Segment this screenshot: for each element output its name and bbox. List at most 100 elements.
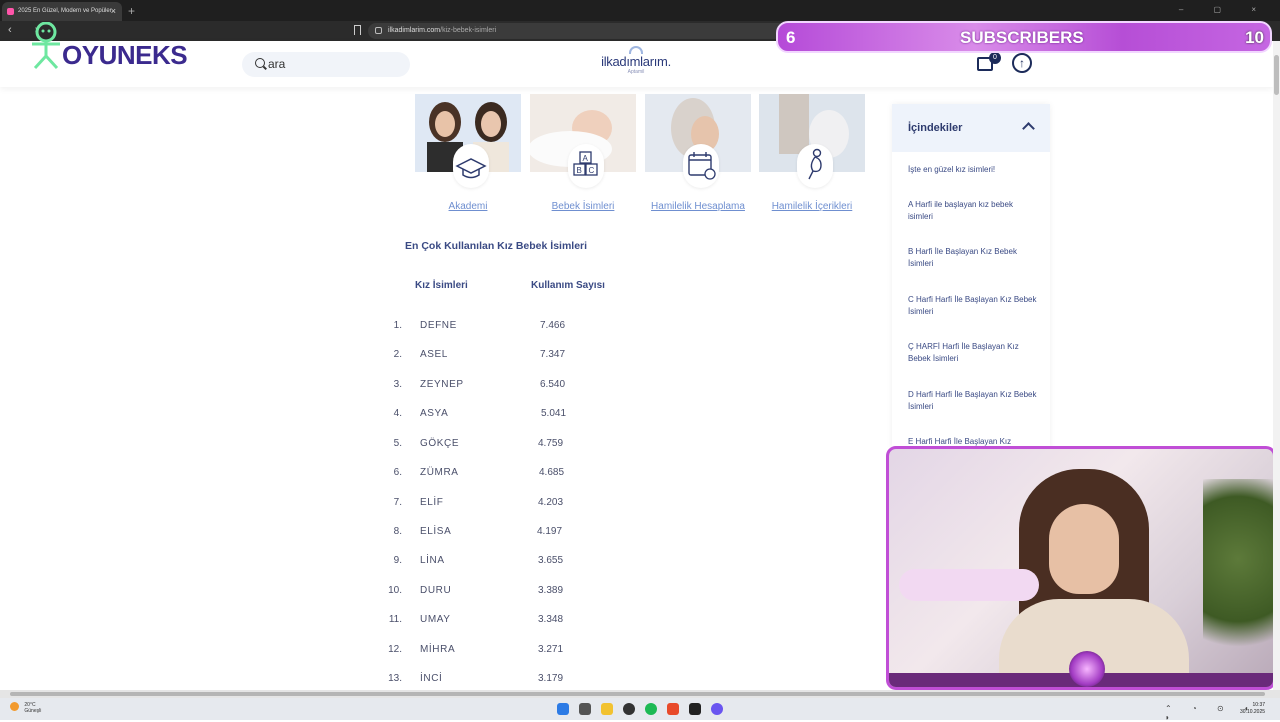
list-item: 1. DEFNE 7.466 xyxy=(380,320,600,334)
toc-header[interactable]: İçindekiler xyxy=(892,104,1050,152)
list-item: 4. ASYA 5.041 xyxy=(380,408,600,422)
horizontal-scrollbar[interactable] xyxy=(0,690,1280,698)
weather-desc: Güneşli xyxy=(24,708,42,714)
scroll-up-icon[interactable]: ↑ xyxy=(1012,53,1032,73)
clock-time: 10:37 xyxy=(1252,702,1266,708)
toc-link[interactable]: İşte en güzel kız isimleri! xyxy=(908,164,1038,176)
card-hamilelik-icerikleri[interactable]: Hamilelik İçerikleri xyxy=(759,94,865,214)
usage-count: 6.540 xyxy=(540,379,566,390)
search-input[interactable]: ara xyxy=(242,52,410,77)
weather-widget[interactable]: 20°C Güneşli xyxy=(10,702,41,714)
table-of-contents: İçindekiler İşte en güzel kız isimleri! … xyxy=(892,104,1050,450)
usage-count: 4.759 xyxy=(538,438,564,449)
start-icon[interactable] xyxy=(557,703,569,715)
site-info-icon[interactable] xyxy=(375,27,382,34)
abc-blocks-icon: ABC xyxy=(568,144,604,188)
plant-image xyxy=(1203,479,1273,679)
svg-text:C: C xyxy=(589,166,595,175)
column-header-count: Kullanım Sayısı xyxy=(531,280,605,291)
vertical-scrollbar[interactable] xyxy=(1273,41,1280,690)
os-taskbar: 20°C Güneşli ⌃ ◔ ⊙ ◖ ◗ 10:37 30.10.2025 xyxy=(0,698,1280,722)
card-label[interactable]: Hamilelik Hesaplama xyxy=(635,201,761,212)
baby-name: ASYA xyxy=(420,408,449,419)
svg-text:A: A xyxy=(583,154,589,163)
subscriber-current: 6 xyxy=(786,28,796,47)
baby-name: LİNA xyxy=(420,555,445,566)
toc-title: İçindekiler xyxy=(908,122,963,134)
chevron-up-icon[interactable] xyxy=(1022,122,1035,135)
webcam-overlay xyxy=(886,446,1276,690)
list-item: 2. ASEL 7.347 xyxy=(380,349,600,363)
usage-count: 7.466 xyxy=(540,320,566,331)
discord-icon[interactable] xyxy=(711,703,723,715)
file-explorer-icon[interactable] xyxy=(601,703,613,715)
list-item: 12. MİHRA 3.271 xyxy=(380,644,600,658)
clock-date: 30.10.2025 xyxy=(1240,709,1266,715)
toc-link[interactable]: C Harfi Harfi İle Başlayan Kız Bebek İsi… xyxy=(908,294,1038,318)
list-item: 8. ELİSA 4.197 xyxy=(380,526,600,540)
logo-sub: Aptamil xyxy=(627,69,645,75)
baby-name: DURU xyxy=(420,585,452,596)
emblem-icon xyxy=(1069,651,1105,687)
baby-name: GÖKÇE xyxy=(420,438,460,449)
card-akademi[interactable]: Akademi xyxy=(415,94,521,214)
list-item: 9. LİNA 3.655 xyxy=(380,555,600,569)
new-tab-button[interactable]: + xyxy=(128,4,135,18)
logo-text: ilkadımlarım. xyxy=(601,54,671,69)
favicon-icon xyxy=(7,8,14,15)
browser-tab[interactable]: 2025 En Güzel, Modern ve Popüler × xyxy=(2,2,122,21)
subscriber-goal: 10 xyxy=(1245,28,1264,47)
calendar-icon xyxy=(683,144,719,188)
card-label[interactable]: Akademi xyxy=(405,201,531,212)
usage-count: 3.389 xyxy=(538,585,564,596)
graduation-cap-icon xyxy=(453,144,489,188)
usage-count: 3.348 xyxy=(538,614,564,625)
list-item: 3. ZEYNEP 6.540 xyxy=(380,379,600,393)
cart-count-badge: 0 xyxy=(989,52,1001,64)
bookmark-icon[interactable] xyxy=(354,25,361,35)
card-bebek-isimleri[interactable]: ABC Bebek İsimleri xyxy=(530,94,636,214)
task-view-icon[interactable] xyxy=(579,703,591,715)
spotify-icon[interactable] xyxy=(645,703,657,715)
toc-link[interactable]: Ç HARFİ Harfi İle Başlayan Kız Bebek İsi… xyxy=(908,341,1038,365)
list-item: 11. UMAY 3.348 xyxy=(380,614,600,628)
window-controls[interactable]: – ▢ × xyxy=(1179,5,1270,14)
obs-icon[interactable] xyxy=(623,703,635,715)
rank: 2. xyxy=(393,349,402,360)
rank: 9. xyxy=(393,555,402,566)
stream-brand-name: OYUNEKS xyxy=(62,40,188,70)
toc-link[interactable]: B Harfi İle Başlayan Kız Bebek İsimleri xyxy=(908,246,1038,270)
usage-count: 7.347 xyxy=(540,349,566,360)
tab-title: 2025 En Güzel, Modern ve Popüler xyxy=(18,8,112,14)
card-label[interactable]: Hamilelik İçerikleri xyxy=(749,201,875,212)
usage-count: 3.179 xyxy=(538,673,564,684)
card-hamilelik-hesaplama[interactable]: Hamilelik Hesaplama xyxy=(645,94,751,214)
usage-count: 3.271 xyxy=(538,644,564,655)
card-label[interactable]: Bebek İsimleri xyxy=(520,201,646,212)
rank: 10. xyxy=(388,585,402,596)
baby-name: ZEYNEP xyxy=(420,379,464,390)
brave-browser-icon[interactable] xyxy=(667,703,679,715)
baby-name: ASEL xyxy=(420,349,448,360)
clock[interactable]: 10:37 30.10.2025 xyxy=(1240,702,1265,716)
svg-text:B: B xyxy=(577,166,582,175)
url-input[interactable]: ilkadimlarim.com/kiz-bebek-isimleri xyxy=(368,23,788,39)
rank: 8. xyxy=(393,526,402,537)
scrollbar-thumb[interactable] xyxy=(1274,55,1279,95)
usage-count: 4.685 xyxy=(539,467,565,478)
baby-name: ELİF xyxy=(420,497,444,508)
scrollbar-thumb[interactable] xyxy=(10,692,1265,696)
close-tab-icon[interactable]: × xyxy=(111,6,116,16)
app-icon[interactable] xyxy=(689,703,701,715)
rank: 11. xyxy=(388,614,402,625)
list-item: 13. İNCİ 3.179 xyxy=(380,673,600,687)
toc-link[interactable]: A Harfi ile başlayan kız bebek isimleri xyxy=(908,199,1038,223)
mascot-icon xyxy=(32,22,60,70)
list-item: 7. ELİF 4.203 xyxy=(380,497,600,511)
list-item: 10. DURU 3.389 xyxy=(380,585,600,599)
baby-name: İNCİ xyxy=(420,673,443,684)
site-logo[interactable]: ilkadımlarım. Aptamil xyxy=(598,46,674,82)
logo-mark-icon xyxy=(629,46,643,54)
column-header-names: Kız İsimleri xyxy=(415,280,468,291)
toc-link[interactable]: D Harfi Harfi İle Başlayan Kız Bebek İsi… xyxy=(908,389,1038,413)
